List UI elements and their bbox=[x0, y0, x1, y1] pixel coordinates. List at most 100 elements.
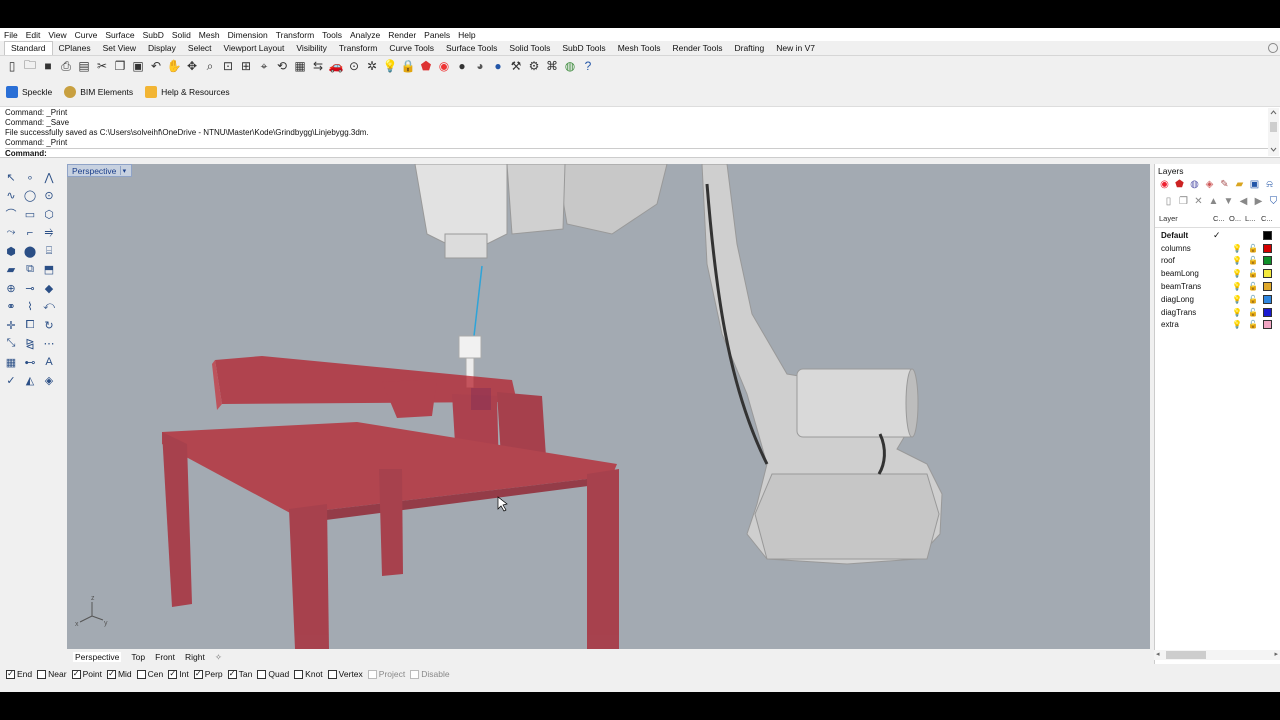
header-visible[interactable]: O... bbox=[1229, 214, 1245, 227]
tab-drafting[interactable]: Drafting bbox=[728, 42, 770, 55]
layer-name[interactable]: beamTrans bbox=[1155, 282, 1213, 291]
osnap-checkbox[interactable] bbox=[257, 669, 267, 679]
osnap-near[interactable]: Near bbox=[37, 669, 67, 679]
lock-icon[interactable]: 🔒 bbox=[400, 58, 416, 74]
unlock-icon[interactable]: 🔓 bbox=[1245, 308, 1261, 317]
sweep-icon[interactable]: ⬒ bbox=[40, 261, 58, 280]
display-icon[interactable]: ▣ bbox=[1249, 179, 1260, 190]
command-scrollbar[interactable] bbox=[1268, 108, 1279, 156]
box-icon[interactable]: ⬢ bbox=[2, 242, 20, 261]
tab-curve-tools[interactable]: Curve Tools bbox=[383, 42, 440, 55]
osnap-disable[interactable]: Disable bbox=[410, 669, 450, 679]
layer-row[interactable]: beamLong 💡 🔓 bbox=[1155, 267, 1280, 280]
copy-icon[interactable]: ❐ bbox=[112, 58, 128, 74]
color-wheel-icon[interactable]: ◉ bbox=[436, 58, 452, 74]
osnap-point[interactable]: ✓ Point bbox=[71, 669, 102, 679]
filter-icon[interactable]: ⛉ bbox=[1268, 196, 1279, 207]
osnap-checkbox[interactable] bbox=[136, 669, 146, 679]
tab-display[interactable]: Display bbox=[142, 42, 182, 55]
layer-row[interactable]: extra 💡 🔓 bbox=[1155, 319, 1280, 332]
menu-item-help[interactable]: Help bbox=[458, 30, 475, 40]
menu-item-curve[interactable]: Curve bbox=[75, 30, 98, 40]
tab-select[interactable]: Select bbox=[182, 42, 218, 55]
layer-name[interactable]: Default bbox=[1155, 231, 1213, 240]
menu-item-analyze[interactable]: Analyze bbox=[350, 30, 380, 40]
ellipse-icon[interactable]: ⊙ bbox=[40, 187, 58, 206]
layer-name[interactable]: beamLong bbox=[1155, 269, 1213, 278]
layer-color-swatch[interactable] bbox=[1263, 320, 1272, 330]
viewport-tab-front[interactable]: Front bbox=[155, 652, 175, 662]
trim-icon[interactable]: ⌇ bbox=[21, 298, 39, 317]
speckle-button[interactable]: Speckle bbox=[6, 86, 52, 98]
osnap-perp[interactable]: ✓ Perp bbox=[193, 669, 223, 679]
scroll-right-icon[interactable]: ▸ bbox=[1274, 650, 1278, 658]
osnap-checkbox[interactable]: ✓ bbox=[71, 669, 81, 679]
osnap-checkbox[interactable] bbox=[37, 669, 47, 679]
tab-mesh-tools[interactable]: Mesh Tools bbox=[612, 42, 667, 55]
viewport-title[interactable]: Perspective ▾ bbox=[67, 164, 133, 177]
rectangle-icon[interactable]: ▭ bbox=[21, 205, 39, 224]
menu-item-subd[interactable]: SubD bbox=[143, 30, 164, 40]
delete-layer-icon[interactable]: ✕ bbox=[1193, 196, 1204, 207]
cylinder-icon[interactable]: ⌸ bbox=[40, 242, 58, 261]
help-resources-button[interactable]: Help & Resources bbox=[145, 86, 230, 98]
layer-color-swatch[interactable] bbox=[1263, 256, 1272, 266]
header-layer[interactable]: Layer bbox=[1155, 214, 1213, 227]
menu-item-surface[interactable]: Surface bbox=[105, 30, 134, 40]
layer-color-swatch[interactable] bbox=[1263, 307, 1272, 317]
osnap-vertex[interactable]: Vertex bbox=[327, 669, 363, 679]
brush-icon[interactable]: ✎ bbox=[1219, 179, 1230, 190]
explode-icon[interactable]: ◆ bbox=[40, 279, 58, 298]
layer-color-swatch[interactable] bbox=[1263, 243, 1272, 253]
undo-view-icon[interactable]: ⟲ bbox=[274, 58, 290, 74]
unlock-icon[interactable]: 🔓 bbox=[1245, 269, 1261, 278]
analyze-icon[interactable]: ◭ bbox=[21, 372, 39, 391]
scroll-left-icon[interactable]: ◂ bbox=[1156, 650, 1160, 658]
new-layer-icon[interactable]: ▯ bbox=[1163, 196, 1174, 207]
print-icon[interactable]: ⎙ bbox=[58, 58, 74, 74]
tab-settings-gear-icon[interactable] bbox=[1268, 43, 1278, 53]
layer-row[interactable]: beamTrans 💡 🔓 bbox=[1155, 280, 1280, 293]
osnap-checkbox[interactable]: ✓ bbox=[106, 669, 116, 679]
rotate-icon[interactable]: ↻ bbox=[40, 316, 58, 335]
osnap-cen[interactable]: Cen bbox=[136, 669, 163, 679]
fillet-icon[interactable]: ⌐ bbox=[21, 224, 39, 243]
bim-elements-button[interactable]: BIM Elements bbox=[64, 86, 133, 98]
polyline-icon[interactable]: ⋀ bbox=[40, 168, 58, 187]
osnap-checkbox[interactable] bbox=[410, 669, 420, 679]
menu-item-file[interactable]: File bbox=[4, 30, 18, 40]
layer-name[interactable]: columns bbox=[1155, 244, 1213, 253]
help-icon[interactable]: ? bbox=[580, 58, 596, 74]
command-prompt[interactable]: Command: bbox=[5, 148, 1275, 159]
text-icon[interactable]: A bbox=[40, 353, 58, 372]
visibility-bulb-icon[interactable]: 💡 bbox=[1229, 282, 1245, 291]
zoom-icon[interactable]: ⌕ bbox=[202, 58, 218, 74]
perspective-viewport[interactable]: z x y bbox=[67, 164, 1150, 649]
viewport-tab-top[interactable]: Top bbox=[131, 652, 145, 662]
zoom-selected-icon[interactable]: ⌖ bbox=[256, 58, 272, 74]
options-gear-icon[interactable]: ⚙ bbox=[526, 58, 542, 74]
material-icon[interactable]: ⬟ bbox=[1174, 179, 1185, 190]
add-viewport-tab-icon[interactable]: ✧ bbox=[215, 652, 222, 663]
unlock-icon[interactable]: 🔓 bbox=[1245, 256, 1261, 265]
menu-item-render[interactable]: Render bbox=[388, 30, 416, 40]
render-tool-icon[interactable]: ◈ bbox=[40, 372, 58, 391]
osnap-quad[interactable]: Quad bbox=[257, 669, 289, 679]
layer-row[interactable]: Default ✓ bbox=[1155, 229, 1280, 242]
undo-icon[interactable]: ↶ bbox=[148, 58, 164, 74]
visibility-bulb-icon[interactable]: 💡 bbox=[1229, 256, 1245, 265]
layer-color-swatch[interactable] bbox=[1263, 269, 1272, 279]
arc-icon[interactable]: ⌒ bbox=[2, 205, 20, 224]
osnap-checkbox[interactable] bbox=[294, 669, 304, 679]
menu-item-edit[interactable]: Edit bbox=[26, 30, 41, 40]
osnap-tan[interactable]: ✓ Tan bbox=[227, 669, 252, 679]
new-sublayer-icon[interactable]: ❐ bbox=[1178, 196, 1189, 207]
viewport-menu-chevron-down-icon[interactable]: ▾ bbox=[120, 166, 127, 175]
tab-surface-tools[interactable]: Surface Tools bbox=[440, 42, 503, 55]
tab-subd-tools[interactable]: SubD Tools bbox=[556, 42, 611, 55]
paste-icon[interactable]: ▣ bbox=[130, 58, 146, 74]
texture-icon[interactable]: ◈ bbox=[1204, 179, 1215, 190]
move-icon[interactable]: ✛ bbox=[2, 316, 20, 335]
freeform-icon[interactable]: ⤳ bbox=[2, 224, 20, 243]
mirror-icon[interactable]: ⧎ bbox=[21, 335, 39, 354]
